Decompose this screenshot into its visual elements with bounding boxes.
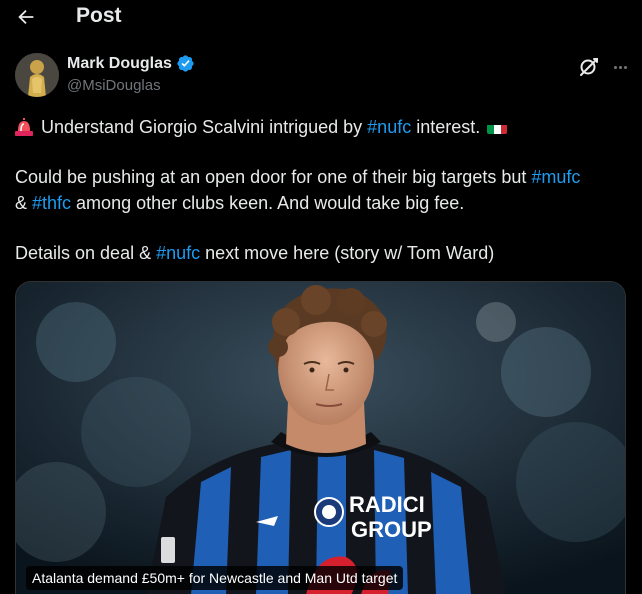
- shirt-sponsor-line-2: GROUP: [351, 517, 432, 542]
- hashtag-link[interactable]: #nufc: [156, 243, 200, 263]
- link-card[interactable]: RADICI GROUP Atalanta demand £50m+ for N…: [15, 281, 626, 594]
- post-header: Post: [0, 0, 642, 34]
- tweet-text-segment: Could be pushing at an open door for one…: [15, 167, 532, 187]
- shirt-sponsor-line-1: RADICI: [349, 492, 425, 517]
- grok-button[interactable]: [577, 55, 601, 79]
- arrow-left-icon: [18, 9, 34, 25]
- siren-emoji: [15, 118, 33, 136]
- tweet-line-2: Could be pushing at an open door for one…: [15, 164, 627, 216]
- verified-badge-icon: [177, 55, 194, 72]
- hashtag-link[interactable]: #nufc: [367, 117, 411, 137]
- player-photo: RADICI GROUP: [16, 282, 625, 594]
- grok-icon: [580, 58, 598, 76]
- italy-flag-emoji: [487, 120, 508, 134]
- more-button[interactable]: [608, 55, 632, 79]
- tweet-text-segment: interest.: [411, 117, 481, 137]
- tweet-text-segment: Details on deal &: [15, 243, 157, 263]
- tweet-text-segment: &: [15, 193, 33, 213]
- link-card-caption: Atalanta demand £50m+ for Newcastle and …: [26, 566, 404, 590]
- more-icon: [613, 65, 617, 69]
- tweet-line-3: Details on deal & #nufc next move here (…: [15, 240, 627, 266]
- handle[interactable]: @MsiDouglas: [67, 77, 161, 94]
- display-name[interactable]: Mark Douglas: [67, 55, 172, 73]
- tweet-text-segment: among other clubs keen. And would take b…: [71, 193, 465, 213]
- tweet-text: Understand Giorgio Scalvini intrigued by…: [15, 114, 627, 266]
- author-name-row: Mark Douglas: [67, 54, 195, 73]
- avatar[interactable]: [15, 53, 59, 97]
- back-button[interactable]: [12, 4, 40, 30]
- tweet-line-1: Understand Giorgio Scalvini intrigued by…: [15, 114, 627, 140]
- page-title: Post: [76, 4, 122, 27]
- tweet-text-segment: next move here (story w/ Tom Ward): [200, 243, 495, 263]
- tweet-text-segment: Understand Giorgio Scalvini intrigued by: [41, 117, 368, 137]
- hashtag-link[interactable]: #mufc: [531, 167, 580, 187]
- hashtag-link[interactable]: #thfc: [32, 193, 71, 213]
